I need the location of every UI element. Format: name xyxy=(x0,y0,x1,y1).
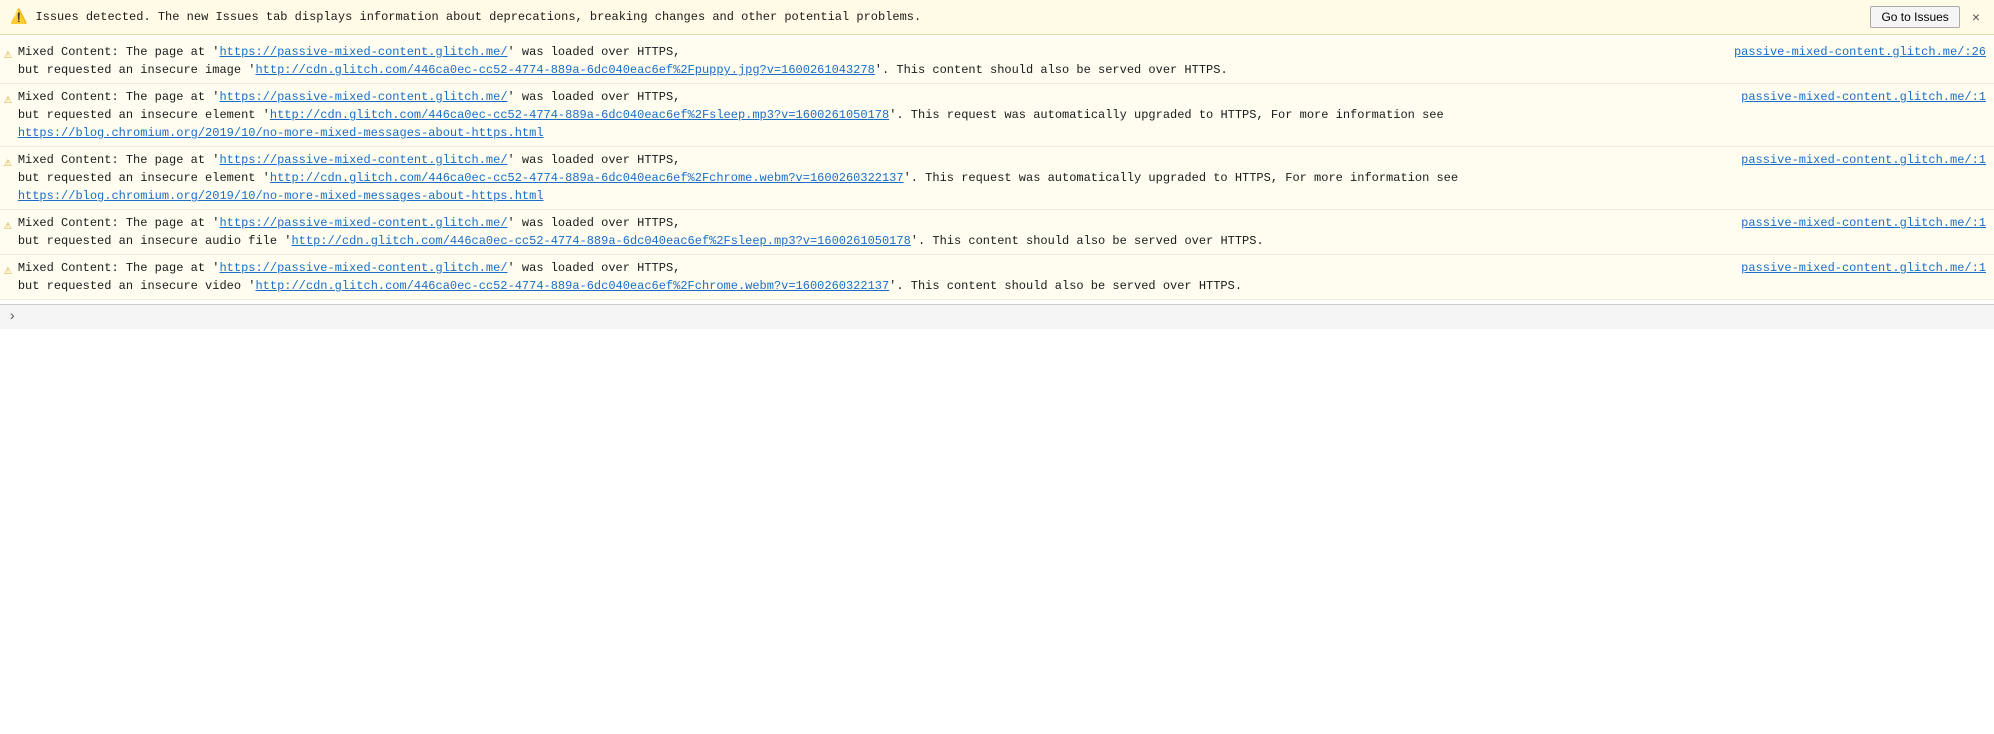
console-entry-4: ⚠ Mixed Content: The page at 'https://pas… xyxy=(0,210,1994,255)
line-ref-link[interactable]: passive-mixed-content.glitch.me/:1 xyxy=(1741,259,1986,277)
resource-url-link[interactable]: http://cdn.glitch.com/446ca0ec-cc52-4774… xyxy=(255,63,874,77)
issues-banner-text: Issues detected. The new Issues tab disp… xyxy=(35,10,1862,24)
resource-url-link[interactable]: http://cdn.glitch.com/446ca0ec-cc52-4774… xyxy=(270,171,904,185)
console-entry-1: ⚠ Mixed Content: The page at 'https://pas… xyxy=(0,39,1994,84)
entry-text-block: Mixed Content: The page at 'https://pass… xyxy=(18,151,1986,205)
entry-text-block: Mixed Content: The page at 'https://pass… xyxy=(18,214,1986,250)
console-entry-5: ⚠ Mixed Content: The page at 'https://pas… xyxy=(0,255,1994,300)
line-ref-link[interactable]: passive-mixed-content.glitch.me/:1 xyxy=(1741,214,1986,232)
console-entry-3: ⚠ Mixed Content: The page at 'https://pas… xyxy=(0,147,1994,210)
blog-url-link[interactable]: https://blog.chromium.org/2019/10/no-mor… xyxy=(18,126,544,140)
entry-text-block: Mixed Content: The page at 'https://pass… xyxy=(18,88,1986,142)
page-url-link[interactable]: https://passive-mixed-content.glitch.me/ xyxy=(219,261,507,275)
bottom-bar: › xyxy=(0,304,1994,329)
warning-icon: ⚠️ xyxy=(10,9,27,26)
page-url-link[interactable]: https://passive-mixed-content.glitch.me/ xyxy=(219,90,507,104)
line-ref-link[interactable]: passive-mixed-content.glitch.me/:26 xyxy=(1734,43,1986,61)
entry-warning-icon: ⚠ xyxy=(4,261,12,281)
issues-banner: ⚠️ Issues detected. The new Issues tab d… xyxy=(0,0,1994,35)
page-url-link[interactable]: https://passive-mixed-content.glitch.me/ xyxy=(219,216,507,230)
go-to-issues-button[interactable]: Go to Issues xyxy=(1870,6,1959,28)
console-area: ⚠ Mixed Content: The page at 'https://pas… xyxy=(0,35,1994,304)
resource-url-link[interactable]: http://cdn.glitch.com/446ca0ec-cc52-4774… xyxy=(255,279,889,293)
entry-warning-icon: ⚠ xyxy=(4,45,12,65)
line-ref-link[interactable]: passive-mixed-content.glitch.me/:1 xyxy=(1741,88,1986,106)
entry-warning-icon: ⚠ xyxy=(4,216,12,236)
console-entry-2: ⚠ Mixed Content: The page at 'https://pas… xyxy=(0,84,1994,147)
page-url-link[interactable]: https://passive-mixed-content.glitch.me/ xyxy=(219,45,507,59)
resource-url-link[interactable]: http://cdn.glitch.com/446ca0ec-cc52-4774… xyxy=(270,108,889,122)
close-banner-button[interactable]: × xyxy=(1968,9,1984,25)
entry-text-block: Mixed Content: The page at 'https://pass… xyxy=(18,259,1986,295)
resource-url-link[interactable]: http://cdn.glitch.com/446ca0ec-cc52-4774… xyxy=(291,234,910,248)
entry-warning-icon: ⚠ xyxy=(4,153,12,173)
entry-warning-icon: ⚠ xyxy=(4,90,12,110)
line-ref-link[interactable]: passive-mixed-content.glitch.me/:1 xyxy=(1741,151,1986,169)
entry-text-block: Mixed Content: The page at 'https://pass… xyxy=(18,43,1986,79)
page-url-link[interactable]: https://passive-mixed-content.glitch.me/ xyxy=(219,153,507,167)
blog-url-link[interactable]: https://blog.chromium.org/2019/10/no-mor… xyxy=(18,189,544,203)
chevron-right-icon[interactable]: › xyxy=(8,309,16,325)
